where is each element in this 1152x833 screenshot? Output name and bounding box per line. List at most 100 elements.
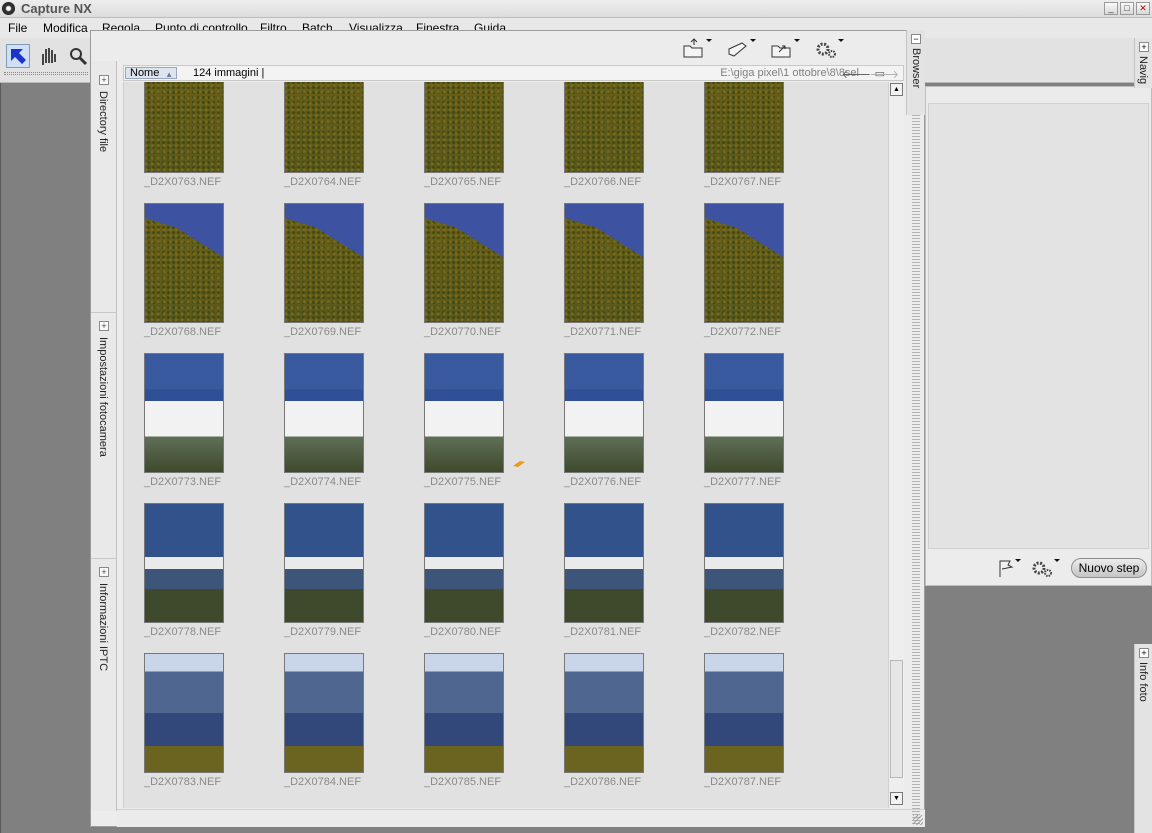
thumbnail-image[interactable]: [564, 653, 644, 773]
expand-icon[interactable]: +: [99, 567, 109, 577]
browser-header: Nome ▲ 124 immagini | E:\giga pixel\1 ot…: [123, 65, 904, 81]
thumbnail-image[interactable]: [144, 353, 224, 473]
thumbnail-filename: _D2X0767.NEF: [704, 176, 782, 188]
side-panel-directory[interactable]: + Directory file: [91, 67, 117, 313]
thumbnail-image[interactable]: [284, 503, 364, 623]
side-panel-iptc[interactable]: + Informazioni IPTC: [91, 559, 117, 805]
thumbnail-item[interactable]: _D2X0763.NEF: [144, 82, 264, 203]
menu-modifica[interactable]: Modifica: [43, 21, 88, 35]
batch-gears-icon[interactable]: [814, 37, 844, 61]
thumbnail-image[interactable]: [564, 503, 644, 623]
zoom-icon[interactable]: [66, 44, 90, 68]
scroll-up-icon[interactable]: ▲: [890, 83, 903, 96]
thumbnail-item[interactable]: _D2X0776.NEF: [564, 353, 684, 503]
thumbnail-image[interactable]: [284, 653, 364, 773]
edit-panel-footer: Nuovo step: [926, 550, 1151, 585]
thumbnail-filename: _D2X0764.NEF: [284, 176, 362, 188]
forward-arrow-icon[interactable]: 🡒: [870, 67, 900, 81]
close-button[interactable]: ✕: [1136, 2, 1150, 15]
settings-gears-icon[interactable]: [1030, 557, 1060, 579]
thumbnail-image[interactable]: [704, 353, 784, 473]
thumbnail-image[interactable]: [424, 653, 504, 773]
tab-photo-info-label: Info foto: [1137, 662, 1149, 702]
thumbnail-item[interactable]: _D2X0778.NEF: [144, 503, 264, 653]
thumbnail-item[interactable]: _D2X0775.NEF: [424, 353, 544, 503]
splitter-handle[interactable]: [912, 115, 920, 825]
thumbnail-image[interactable]: [424, 203, 504, 323]
thumbnail-item[interactable]: _D2X0765.NEF: [424, 82, 544, 203]
thumbnail-item[interactable]: _D2X0774.NEF: [284, 353, 404, 503]
thumbnail-image[interactable]: [704, 653, 784, 773]
thumbnail-item[interactable]: _D2X0783.NEF: [144, 653, 264, 803]
thumbnail-image[interactable]: [144, 82, 224, 173]
folder-share-icon[interactable]: [770, 37, 800, 61]
collapse-icon[interactable]: −: [911, 34, 921, 44]
thumbnail-item[interactable]: _D2X0785.NEF: [424, 653, 544, 803]
expand-icon[interactable]: +: [1139, 648, 1149, 658]
tab-navigator[interactable]: + Navig: [1134, 38, 1152, 88]
thumbnail-image[interactable]: [424, 82, 504, 173]
thumbnail-item[interactable]: _D2X0782.NEF: [704, 503, 824, 653]
thumbnail-filename: _D2X0778.NEF: [144, 626, 222, 638]
thumbnail-image[interactable]: [424, 503, 504, 623]
thumbnail-item[interactable]: _D2X0784.NEF: [284, 653, 404, 803]
toolbar-divider: [4, 72, 88, 75]
thumbnail-item[interactable]: _D2X0770.NEF: [424, 203, 544, 353]
sort-ascending-icon: ▲: [165, 70, 173, 79]
expand-icon[interactable]: +: [99, 75, 109, 85]
thumbnail-image[interactable]: [564, 353, 644, 473]
thumbnail-image[interactable]: [704, 82, 784, 173]
thumbnail-item[interactable]: _D2X0764.NEF: [284, 82, 404, 203]
thumbnail-item[interactable]: _D2X0780.NEF: [424, 503, 544, 653]
expand-icon[interactable]: +: [1139, 42, 1149, 52]
tab-browser[interactable]: − Browser: [906, 30, 925, 115]
minimize-button[interactable]: _: [1104, 2, 1118, 15]
thumbnail-item[interactable]: _D2X0777.NEF: [704, 353, 824, 503]
thumbnail-image[interactable]: [424, 353, 504, 473]
thumbnail-image[interactable]: [284, 203, 364, 323]
thumbnail-item[interactable]: _D2X0787.NEF: [704, 653, 824, 803]
thumbnail-filename: _D2X0780.NEF: [424, 626, 502, 638]
thumbnail-item[interactable]: _D2X0781.NEF: [564, 503, 684, 653]
thumbnail-image[interactable]: [564, 82, 644, 173]
select-arrow-icon[interactable]: [6, 44, 30, 68]
flag-icon[interactable]: [996, 557, 1022, 579]
tab-photo-info[interactable]: + Info foto: [1134, 644, 1152, 833]
side-panel-label: Directory file: [97, 91, 109, 153]
thumbnail-image[interactable]: [284, 82, 364, 173]
thumbnail-image[interactable]: [704, 203, 784, 323]
thumbnail-item[interactable]: _D2X0766.NEF: [564, 82, 684, 203]
thumbnail-item[interactable]: _D2X0769.NEF: [284, 203, 404, 353]
menu-file[interactable]: File: [8, 21, 27, 35]
scroll-down-icon[interactable]: ▼: [890, 792, 903, 805]
thumbnail-filename: _D2X0763.NEF: [144, 176, 222, 188]
expand-icon[interactable]: +: [99, 321, 109, 331]
maximize-button[interactable]: □: [1120, 2, 1134, 15]
thumbnail-item[interactable]: _D2X0773.NEF: [144, 353, 264, 503]
open-folder-icon[interactable]: [682, 37, 712, 61]
thumbnail-filename: _D2X0774.NEF: [284, 476, 362, 488]
scroll-thumb[interactable]: [890, 660, 903, 778]
thumbnail-item[interactable]: _D2X0771.NEF: [564, 203, 684, 353]
thumbnail-image[interactable]: [144, 203, 224, 323]
thumbnail-filename: _D2X0783.NEF: [144, 776, 222, 788]
sort-label: Nome: [130, 67, 160, 79]
thumbnail-item[interactable]: _D2X0772.NEF: [704, 203, 824, 353]
thumbnail-image[interactable]: [284, 353, 364, 473]
thumbnail-image[interactable]: [144, 503, 224, 623]
thumbnail-item[interactable]: _D2X0786.NEF: [564, 653, 684, 803]
thumbnail-image[interactable]: [704, 503, 784, 623]
back-arrow-icon[interactable]: 🡐: [842, 67, 872, 81]
tag-icon[interactable]: [726, 37, 756, 61]
thumbnail-image[interactable]: [564, 203, 644, 323]
thumbnail-image[interactable]: [144, 653, 224, 773]
new-step-button[interactable]: Nuovo step: [1071, 558, 1147, 578]
thumbnail-item[interactable]: _D2X0768.NEF: [144, 203, 264, 353]
thumbnail-item[interactable]: _D2X0767.NEF: [704, 82, 824, 203]
hand-icon[interactable]: [36, 44, 60, 68]
thumbnail-item[interactable]: _D2X0779.NEF: [284, 503, 404, 653]
vertical-scrollbar[interactable]: ▲ ▼: [888, 82, 904, 808]
sort-by-name-button[interactable]: Nome ▲: [125, 67, 177, 79]
thumbnail-filename: _D2X0765.NEF: [424, 176, 502, 188]
side-panel-camera-settings[interactable]: + Impostazioni fotocamera: [91, 313, 117, 559]
